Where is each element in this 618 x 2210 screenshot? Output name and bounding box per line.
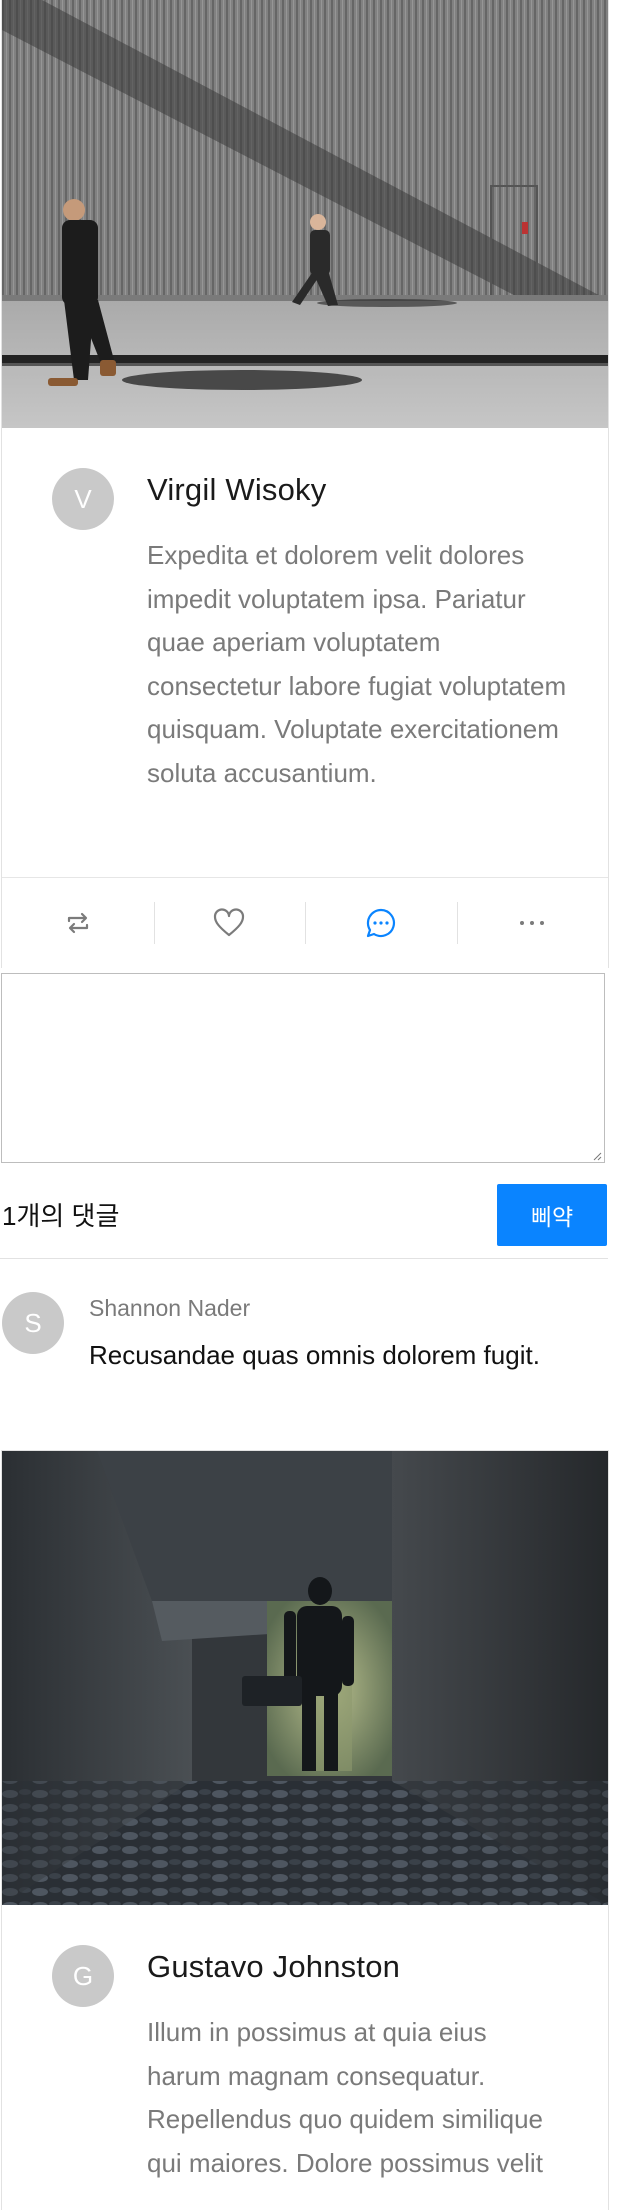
post-image	[2, 0, 608, 428]
like-button[interactable]	[153, 878, 306, 968]
comment-author[interactable]: Shannon Nader	[89, 1295, 250, 1322]
repost-button[interactable]	[2, 878, 154, 968]
comment-input[interactable]	[1, 973, 605, 1163]
comment-text: Recusandae quas omnis dolorem fugit.	[89, 1340, 540, 1370]
post-author[interactable]: Virgil Wisoky	[147, 472, 326, 508]
post-body: V Virgil Wisoky Expedita et dolorem veli…	[2, 428, 608, 878]
heart-icon	[214, 908, 245, 937]
more-icon	[520, 921, 545, 925]
repost-icon	[67, 912, 88, 934]
post-image	[2, 1451, 608, 1905]
post-card: G Gustavo Johnston Illum in possimus at …	[1, 1450, 609, 2210]
post-card: V Virgil Wisoky Expedita et dolorem veli…	[1, 0, 609, 968]
avatar[interactable]: V	[52, 468, 114, 530]
feed: V Virgil Wisoky Expedita et dolorem veli…	[0, 0, 618, 2210]
comment-button[interactable]	[305, 878, 457, 968]
resize-grip-icon[interactable]	[592, 1151, 602, 1161]
post-actions	[2, 877, 608, 968]
more-button[interactable]	[456, 878, 609, 968]
post-body: G Gustavo Johnston Illum in possimus at …	[2, 1905, 608, 2210]
submit-comment-button[interactable]: 삐약	[497, 1184, 607, 1246]
avatar[interactable]: S	[2, 1292, 64, 1354]
comment-icon	[366, 908, 395, 938]
post-text: Expedita et dolorem velit dolores impedi…	[147, 540, 567, 788]
post-text: Illum in possimus at quia eius harum mag…	[147, 2017, 544, 2178]
comment-count: 1개의 댓글	[2, 1201, 120, 1231]
post-author[interactable]: Gustavo Johnston	[147, 1949, 400, 1985]
avatar[interactable]: G	[52, 1945, 114, 2007]
divider	[0, 1258, 608, 1259]
comment-item: S Shannon Nader Recusandae quas omnis do…	[0, 1290, 608, 1370]
